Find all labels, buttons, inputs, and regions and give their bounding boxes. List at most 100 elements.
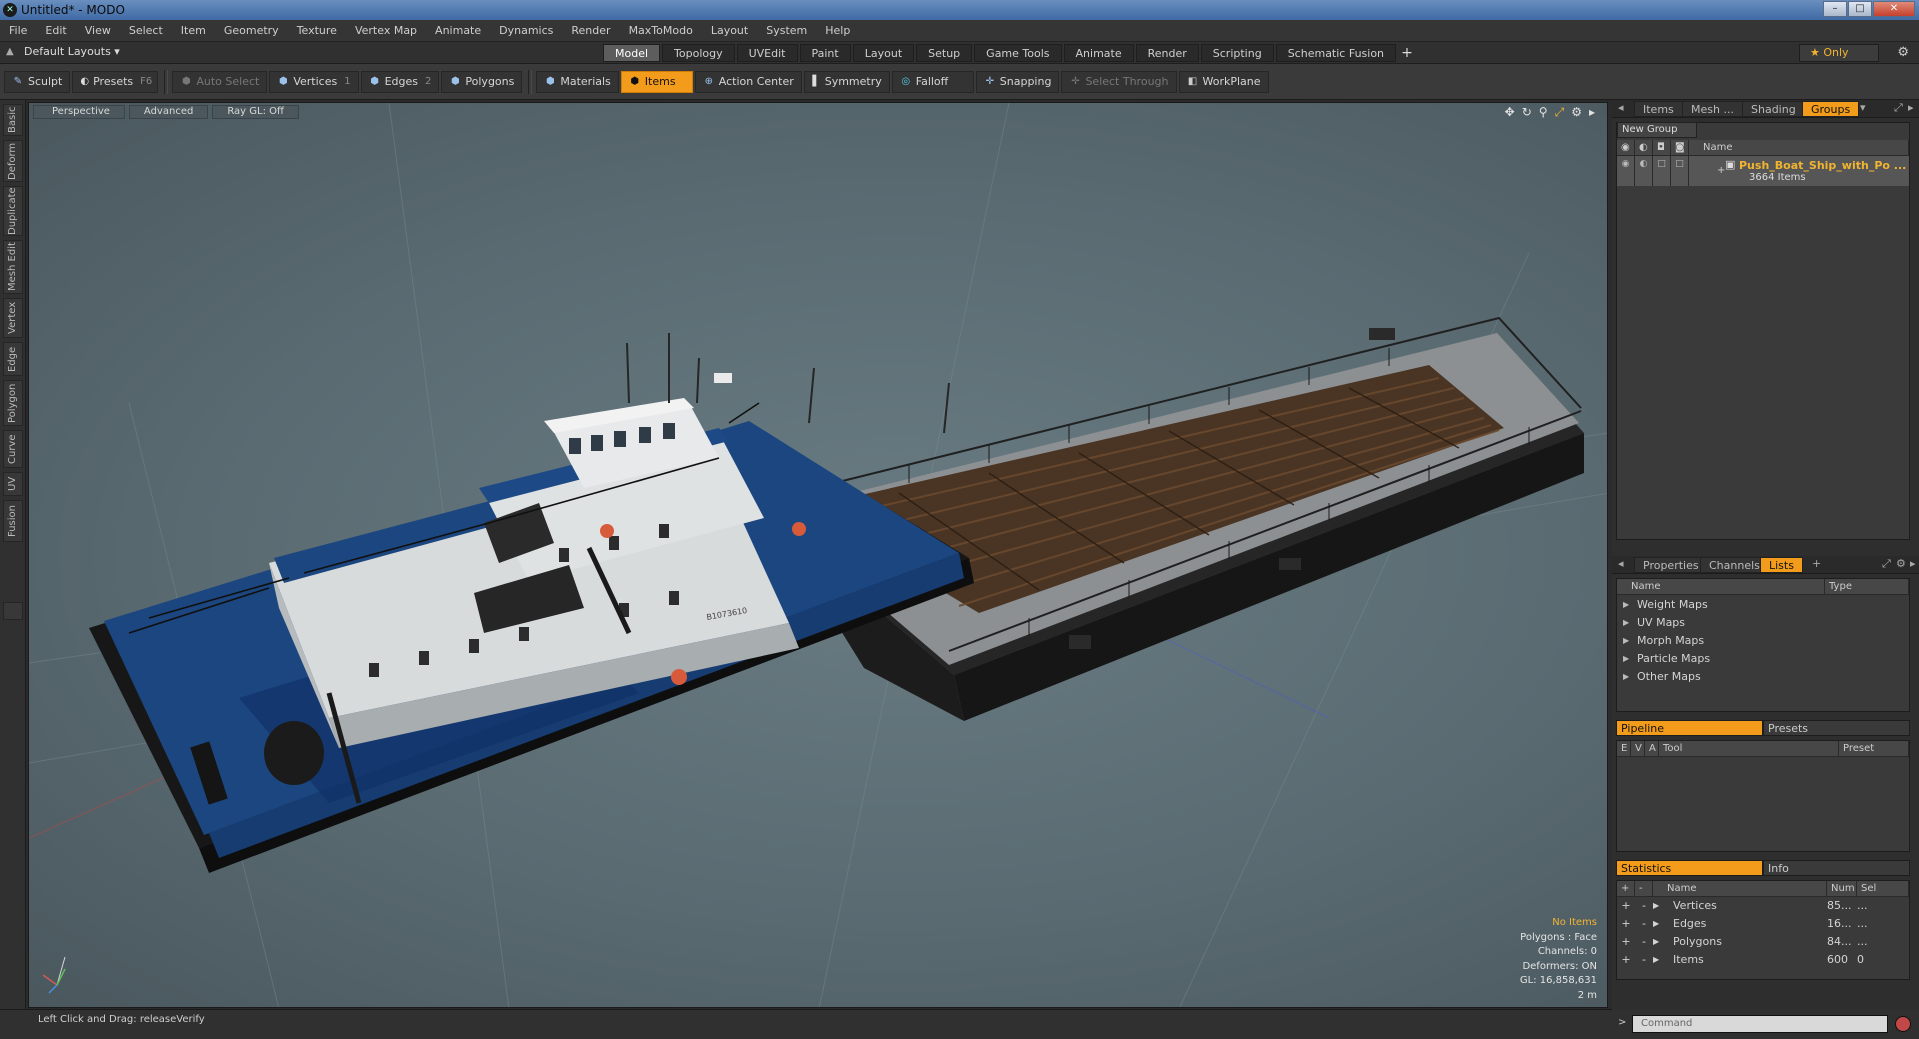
menu-dynamics[interactable]: Dynamics [490, 24, 562, 37]
stat-remove-icon[interactable]: - [1635, 933, 1653, 951]
fit-icon[interactable]: ⤢ [1555, 105, 1565, 120]
stat-row[interactable]: + - ▶ Edges 16... ... [1617, 915, 1909, 933]
tab-setup[interactable]: Setup [916, 44, 973, 62]
tab-presets[interactable]: Presets [1763, 720, 1910, 736]
select-toggle-icon[interactable]: □ [1671, 156, 1689, 186]
tab-model[interactable]: Model [603, 44, 661, 62]
render-toggle-icon[interactable]: ◐ [1635, 156, 1653, 186]
minimize-button[interactable]: – [1823, 1, 1847, 17]
stat-row[interactable]: + - ▶ Polygons 84... ... [1617, 933, 1909, 951]
stat-add-icon[interactable]: + [1617, 951, 1635, 969]
menu-system[interactable]: System [757, 24, 816, 37]
tab-pipeline[interactable]: Pipeline [1616, 720, 1763, 736]
stat-remove-icon[interactable]: - [1635, 951, 1653, 969]
stat-add-icon[interactable]: + [1617, 933, 1635, 951]
viewport-gear-icon[interactable]: ⚙ [1571, 105, 1582, 120]
items-button[interactable]: ⬢ Items [620, 70, 693, 93]
maximize-button[interactable]: □ [1848, 1, 1872, 17]
expand-triangle-icon[interactable]: ▶ [1653, 915, 1673, 933]
vtab-edge[interactable]: Edge [3, 342, 23, 376]
menu-item[interactable]: Item [172, 24, 215, 37]
group-row[interactable]: ◉ ◐ □ □ + ▣ Push_Boat_Ship_with_Po ... 3… [1617, 156, 1909, 186]
menu-animate[interactable]: Animate [426, 24, 490, 37]
stat-add-icon[interactable]: + [1617, 915, 1635, 933]
menu-texture[interactable]: Texture [288, 24, 346, 37]
vtab-mesh-edit[interactable]: Mesh Edit [3, 240, 23, 294]
vtab-polygon[interactable]: Polygon [3, 380, 23, 426]
menu-view[interactable]: View [76, 24, 120, 37]
list-item[interactable]: ▶ Weight Maps [1617, 595, 1909, 613]
polygons-button[interactable]: ⬢ Polygons [441, 70, 523, 93]
menu-geometry[interactable]: Geometry [215, 24, 288, 37]
tab-lists[interactable]: Lists [1760, 557, 1803, 573]
vtab-fusion[interactable]: Fusion [3, 500, 23, 542]
panel-expand-icon[interactable]: ⤢ [1894, 101, 1903, 115]
tab-animate[interactable]: Animate [1063, 44, 1134, 62]
gear-icon[interactable]: ⚙ [1897, 45, 1909, 60]
close-button[interactable]: ✕ [1873, 1, 1915, 17]
eye-column-icon[interactable]: ◉ [1617, 140, 1635, 155]
lock-toggle-icon[interactable]: □ [1653, 156, 1671, 186]
panel-arrow-icon[interactable]: ▸ [1910, 557, 1916, 570]
tab-info[interactable]: Info [1763, 860, 1910, 876]
tab-statistics[interactable]: Statistics [1616, 860, 1763, 876]
expand-triangle-icon[interactable]: ▶ [1653, 951, 1673, 969]
zoom-icon[interactable]: ⚲ [1539, 105, 1548, 120]
list-item[interactable]: ▶ Particle Maps [1617, 649, 1909, 667]
stat-add-icon[interactable]: + [1617, 897, 1635, 915]
vertices-button[interactable]: ⬢ Vertices 1 [269, 70, 359, 93]
tab-channels[interactable]: Channels [1700, 557, 1769, 573]
select-column-icon[interactable]: ◙ [1671, 140, 1689, 155]
render-column-icon[interactable]: ◐ [1635, 140, 1653, 155]
tabs-dropdown-icon[interactable]: ▾ [1860, 101, 1866, 114]
tab-scripting[interactable]: Scripting [1200, 44, 1274, 62]
gear-icon[interactable]: ⚙ [1896, 557, 1906, 570]
3d-viewport[interactable]: B1073610 Perspective Advanced Ray GL: Of… [28, 102, 1608, 1008]
tab-topology[interactable]: Topology [662, 44, 735, 62]
tab-schematic-fusion[interactable]: Schematic Fusion [1275, 44, 1397, 62]
raygl-button[interactable]: Ray GL: Off [212, 105, 299, 119]
advanced-button[interactable]: Advanced [128, 105, 209, 119]
expand-triangle-icon[interactable]: ▶ [1623, 636, 1637, 645]
vtab-deform[interactable]: Deform [3, 140, 23, 182]
expand-triangle-icon[interactable]: ▶ [1653, 897, 1673, 915]
expand-triangle-icon[interactable]: ▶ [1653, 933, 1673, 951]
stat-remove-icon[interactable]: - [1635, 915, 1653, 933]
stat-row[interactable]: + - ▶ Items 600 0 [1617, 951, 1909, 969]
visibility-eye-icon[interactable]: ◉ [1617, 156, 1635, 186]
menu-select[interactable]: Select [120, 24, 172, 37]
vtab-vertex[interactable]: Vertex [3, 298, 23, 338]
tab-paint[interactable]: Paint [799, 44, 851, 62]
expand-triangle-icon[interactable]: ▶ [1623, 672, 1637, 681]
action-center-button[interactable]: ⊕ Action Center [694, 70, 802, 93]
list-item[interactable]: ▶ Morph Maps [1617, 631, 1909, 649]
rotate-icon[interactable]: ↻ [1522, 105, 1532, 120]
command-input[interactable]: Command [1632, 1015, 1888, 1033]
materials-button[interactable]: ⬢ Materials [536, 70, 619, 93]
pan-icon[interactable]: ✥ [1505, 105, 1515, 120]
expand-triangle-icon[interactable]: ▶ [1623, 654, 1637, 663]
expand-triangle-icon[interactable]: ▶ [1623, 618, 1637, 627]
tab-game-tools[interactable]: Game Tools [974, 44, 1062, 62]
command-run-icon[interactable] [1895, 1016, 1911, 1032]
tab-uvedit[interactable]: UVEdit [736, 44, 798, 62]
falloff-button[interactable]: ◎ Falloff [891, 70, 974, 93]
new-group-button[interactable]: New Group [1617, 122, 1697, 138]
stat-remove-icon[interactable]: - [1635, 897, 1653, 915]
menu-layout[interactable]: Layout [702, 24, 757, 37]
vtab-uv[interactable]: UV [3, 472, 23, 496]
vtab-expand-icon[interactable] [3, 602, 23, 620]
command-history-icon[interactable]: > [1618, 1017, 1626, 1028]
tab-mesh[interactable]: Mesh ... [1682, 101, 1743, 117]
sculpt-button[interactable]: ✎ Sculpt [4, 70, 71, 93]
list-item[interactable]: ▶ Other Maps [1617, 667, 1909, 685]
symmetry-button[interactable]: ▌ Symmetry [803, 70, 890, 93]
lock-column-icon[interactable]: ◘ [1653, 140, 1671, 155]
menu-file[interactable]: File [0, 24, 36, 37]
menu-edit[interactable]: Edit [36, 24, 75, 37]
view-mode-button[interactable]: Perspective [33, 105, 125, 119]
tab-render[interactable]: Render [1135, 44, 1199, 62]
vtab-basic[interactable]: Basic [3, 104, 23, 136]
layout-selector[interactable]: ▲ Default Layouts ▾ [6, 45, 120, 58]
menu-render[interactable]: Render [562, 24, 619, 37]
